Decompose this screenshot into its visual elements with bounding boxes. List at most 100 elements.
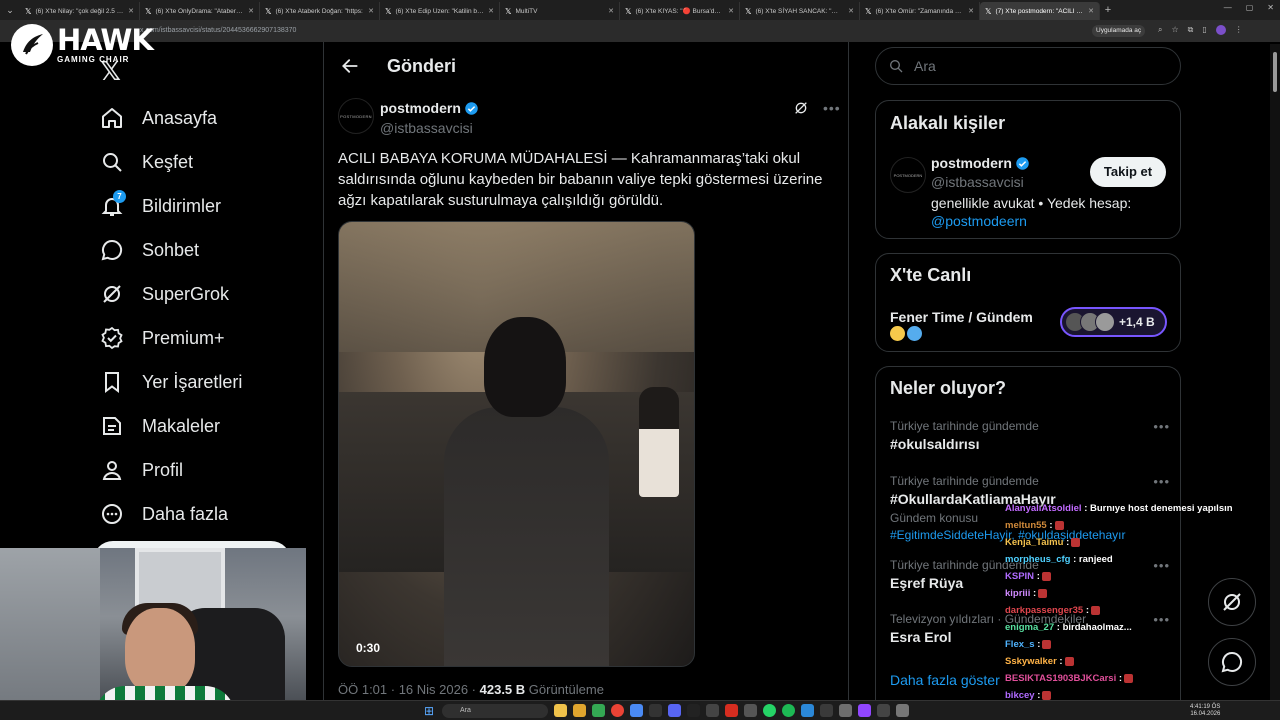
close-window-icon[interactable]: ✕	[1267, 3, 1274, 12]
post-timestamp[interactable]: ÖÖ 1:01 · 16 Nis 2026 ·	[338, 682, 480, 697]
close-tab-icon[interactable]: ✕	[488, 7, 494, 15]
chat-username[interactable]: AlanyalıAtsoldiel	[1005, 503, 1082, 514]
chrome-icon[interactable]	[611, 704, 624, 717]
minimize-icon[interactable]: —	[1224, 3, 1232, 12]
post-video[interactable]: 0:30	[338, 221, 695, 667]
search-icon	[103, 153, 122, 172]
open-in-app-chip[interactable]: Uygulamada aç	[1092, 25, 1146, 37]
sidebar-item-anasayfa[interactable]: Anasayfa	[100, 96, 242, 140]
app-icon[interactable]	[801, 704, 814, 717]
chat-username[interactable]: enigma_27	[1005, 622, 1054, 633]
back-arrow-icon[interactable]	[340, 56, 360, 76]
chat-username[interactable]: meltun55	[1005, 520, 1047, 531]
live-listeners-pill[interactable]: +1,4 B	[1060, 307, 1167, 337]
close-tab-icon[interactable]: ✕	[1088, 7, 1094, 15]
browser-tab[interactable]: 𝕏 (6) X'te Ataberk Doğan: "https: ✕	[260, 2, 380, 20]
close-tab-icon[interactable]: ✕	[848, 7, 854, 15]
sidebar-item-keşfet[interactable]: Keşfet	[100, 140, 242, 184]
app-icon[interactable]	[668, 704, 681, 717]
tab-search-icon[interactable]: ⌄	[0, 0, 20, 20]
chat-username[interactable]: darkpassenger35	[1005, 605, 1083, 616]
new-tab-button[interactable]: +	[1100, 4, 1116, 16]
browser-tab[interactable]: 𝕏 (7) X'te postmodern: "ACILI BA ✕	[980, 2, 1100, 20]
bookmark-star-icon[interactable]: ☆	[1171, 25, 1178, 35]
app-icon[interactable]	[706, 704, 719, 717]
close-tab-icon[interactable]: ✕	[728, 7, 734, 15]
related-name[interactable]: postmodern	[931, 155, 1030, 171]
browser-tab[interactable]: 𝕏 MultiTV ✕	[500, 2, 620, 20]
trend-more-icon[interactable]: •••	[1153, 419, 1170, 434]
sidebar-item-makaleler[interactable]: Makaleler	[100, 404, 242, 448]
app-icon[interactable]	[725, 704, 738, 717]
taskbar-search[interactable]: Ara	[442, 704, 548, 718]
post-more-icon[interactable]: •••	[823, 100, 841, 116]
app-icon[interactable]	[896, 704, 909, 717]
chat-username[interactable]: kipriii	[1005, 588, 1030, 599]
extensions-icon[interactable]: ⧉	[1188, 25, 1194, 35]
sidebar-item-daha-fazla[interactable]: Daha fazla	[100, 492, 242, 536]
sidebar-item-bildirimler[interactable]: 7 Bildirimler	[100, 184, 242, 228]
browser-tab[interactable]: 𝕏 (6) X'te Nilay: "çok değil 2.5 sen ✕	[20, 2, 140, 20]
sidebar-item-yer-i-şaretleri[interactable]: Yer İşaretleri	[100, 360, 242, 404]
browser-menu-icon[interactable]: ⋮	[1235, 25, 1243, 35]
app-icon[interactable]	[554, 704, 567, 717]
search-input[interactable]: Ara	[875, 47, 1181, 85]
browser-tab[interactable]: 𝕏 (6) X'te OnlyDrama: "Ataberk D ✕	[140, 2, 260, 20]
close-tab-icon[interactable]: ✕	[608, 7, 614, 15]
browser-tab[interactable]: 𝕏 (6) X'te SİYAH SANCAK: "🔵 Şe ✕	[740, 2, 860, 20]
spotify-icon[interactable]	[782, 704, 795, 717]
close-tab-icon[interactable]: ✕	[368, 7, 374, 15]
related-handle[interactable]: @istbassavcisi	[931, 174, 1024, 190]
app-icon[interactable]	[820, 704, 833, 717]
sidebar-item-profil[interactable]: Profil	[100, 448, 242, 492]
app-icon[interactable]	[573, 704, 586, 717]
profile-avatar[interactable]	[1215, 25, 1226, 35]
grok-icon[interactable]	[793, 100, 809, 116]
chat-username[interactable]: Flex_s	[1005, 639, 1035, 650]
system-clock[interactable]: 4:41:19 ÖS 16.04.2026	[1190, 704, 1220, 718]
follow-button[interactable]: Takip et	[1090, 157, 1166, 187]
sidebar-item-supergrok[interactable]: SuperGrok	[100, 272, 242, 316]
trend-item[interactable]: Türkiye tarihinde gündemde #okulsaldırısı…	[890, 419, 1170, 452]
browser-tab[interactable]: 𝕏 (6) X'te Edip Üzen: "Katilin bab ✕	[380, 2, 500, 20]
url-field[interactable]: x.com/istbassavcisi/status/2044536662907…	[140, 24, 1100, 38]
windows-start-icon[interactable]: ⊞	[424, 704, 434, 718]
chat-username[interactable]: Sskywalker	[1005, 656, 1057, 667]
app-icon[interactable]	[744, 704, 757, 717]
maximize-icon[interactable]: ▢	[1246, 3, 1254, 12]
browser-tab[interactable]: 𝕏 (6) X'te KIYAS: "🔴 Bursa'da sıç ✕	[620, 2, 740, 20]
app-icon[interactable]	[687, 704, 700, 717]
zoom-icon[interactable]: ⌕	[1158, 25, 1162, 35]
trend-more-icon[interactable]: •••	[1153, 474, 1170, 489]
split-icon[interactable]: ▯	[1202, 25, 1206, 35]
sidebar-item-sohbet[interactable]: Sohbet	[100, 228, 242, 272]
chat-username[interactable]: BESIKTAS1903BJKCarsi	[1005, 673, 1116, 684]
show-more-link[interactable]: Daha fazla göster	[890, 672, 1000, 688]
sidebar-item-label: Anasayfa	[142, 107, 218, 128]
close-tab-icon[interactable]: ✕	[128, 7, 134, 15]
related-bio-link[interactable]: @postmodeern	[931, 213, 1027, 229]
author-avatar[interactable]: POSTMODERN	[338, 98, 374, 134]
live-space-name[interactable]: Fener Time / Gündem	[890, 309, 1033, 325]
chat-username[interactable]: Kenja_Taimu	[1005, 537, 1063, 548]
app-icon[interactable]	[877, 704, 890, 717]
chat-message: KSPIN :	[1005, 568, 1245, 585]
app-icon[interactable]	[592, 704, 605, 717]
chat-username[interactable]: morpheus_cfg	[1005, 554, 1070, 565]
browser-tab[interactable]: 𝕏 (6) X'te Ömür: "Zamanında ken ✕	[860, 2, 980, 20]
scrollbar-thumb[interactable]	[1273, 52, 1277, 92]
app-icon[interactable]	[839, 704, 852, 717]
app-icon[interactable]	[858, 704, 871, 717]
author-handle[interactable]: @istbassavcisi	[380, 120, 479, 136]
chat-username[interactable]: KSPIN	[1005, 571, 1034, 582]
app-icon[interactable]	[630, 704, 643, 717]
tab-title: (6) X'te Edip Üzen: "Katilin bab	[395, 7, 485, 15]
close-tab-icon[interactable]: ✕	[248, 7, 254, 15]
close-tab-icon[interactable]: ✕	[968, 7, 974, 15]
sidebar-item-premium-[interactable]: Premium+	[100, 316, 242, 360]
whatsapp-icon[interactable]	[763, 704, 776, 717]
author-name[interactable]: postmodern	[380, 100, 479, 116]
related-avatar[interactable]: POSTMODERN	[890, 157, 926, 193]
app-icon[interactable]	[649, 704, 662, 717]
scrollbar[interactable]	[1270, 44, 1280, 700]
